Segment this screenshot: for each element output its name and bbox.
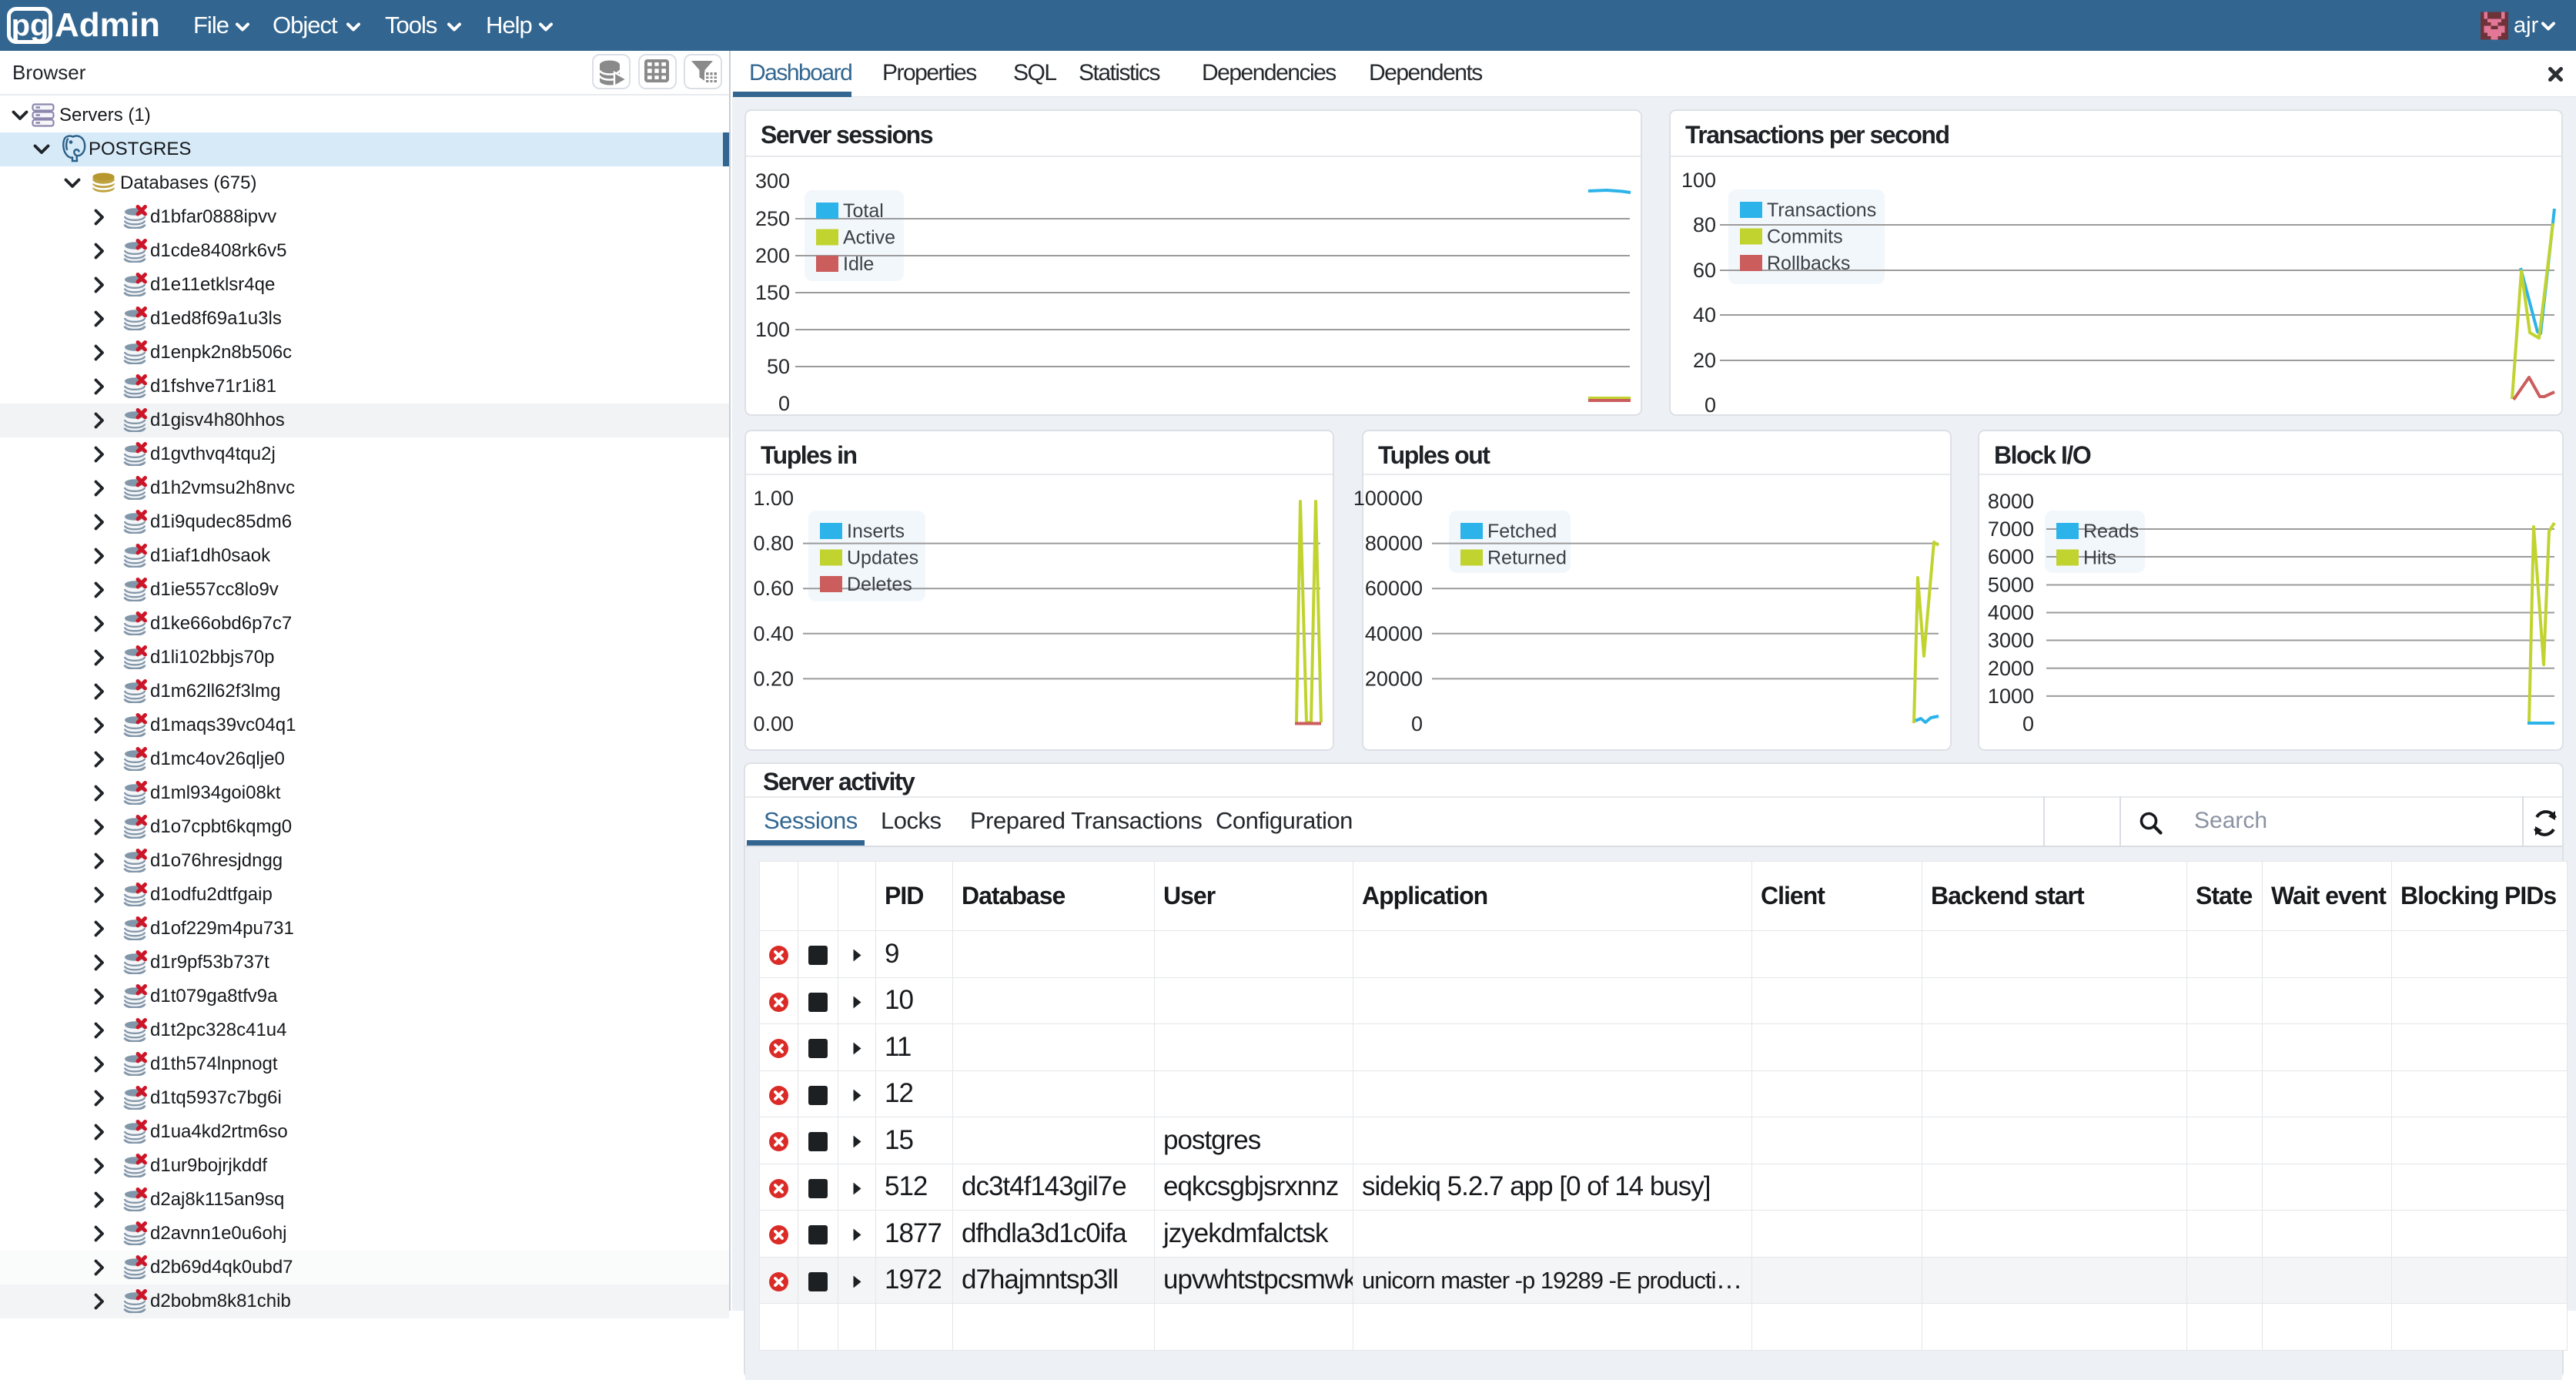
svg-text:0.00: 0.00 [753,712,794,735]
svg-text:Inserts: Inserts [847,521,905,542]
svg-text:Returned: Returned [1487,548,1567,569]
svg-text:0: 0 [778,392,790,415]
svg-text:Deletes: Deletes [847,574,912,595]
svg-text:0.80: 0.80 [753,532,794,555]
svg-text:300: 300 [755,169,790,193]
svg-text:Idle: Idle [843,253,874,275]
svg-text:60000: 60000 [1365,577,1423,600]
svg-text:0.20: 0.20 [753,667,794,690]
svg-text:8000: 8000 [1988,490,2034,513]
svg-text:1000: 1000 [1988,685,2034,708]
svg-text:Updates: Updates [847,548,918,569]
svg-text:Fetched: Fetched [1487,521,1557,542]
svg-text:2000: 2000 [1988,657,2034,680]
svg-text:100: 100 [1681,169,1716,192]
svg-text:0: 0 [1411,712,1423,735]
svg-text:80000: 80000 [1365,532,1423,555]
svg-text:60: 60 [1693,259,1716,282]
svg-text:40000: 40000 [1365,622,1423,645]
svg-text:6000: 6000 [1988,545,2034,568]
svg-text:0.40: 0.40 [753,622,794,645]
svg-text:Active: Active [843,227,895,249]
svg-text:3000: 3000 [1988,629,2034,652]
svg-text:200: 200 [755,244,790,267]
svg-text:Rollbacks: Rollbacks [1767,253,1850,274]
svg-text:100: 100 [755,318,790,341]
svg-text:4000: 4000 [1988,601,2034,625]
svg-text:20000: 20000 [1365,667,1423,690]
svg-text:50: 50 [767,355,790,378]
svg-text:150: 150 [755,281,790,304]
svg-text:100000: 100000 [1353,487,1423,510]
svg-text:0: 0 [1705,394,1716,417]
svg-text:40: 40 [1693,303,1716,327]
svg-text:Hits: Hits [2083,548,2116,569]
svg-text:250: 250 [755,207,790,230]
svg-text:Commits: Commits [1767,226,1843,248]
svg-text:20: 20 [1693,349,1716,372]
svg-text:Reads: Reads [2083,521,2139,542]
svg-text:0.60: 0.60 [753,577,794,600]
svg-text:0: 0 [2022,712,2034,735]
svg-text:Transactions: Transactions [1767,199,1876,221]
svg-text:7000: 7000 [1988,518,2034,541]
svg-text:Total: Total [843,200,884,222]
svg-text:80: 80 [1693,213,1716,236]
svg-text:5000: 5000 [1988,574,2034,597]
svg-text:1.00: 1.00 [753,487,794,510]
